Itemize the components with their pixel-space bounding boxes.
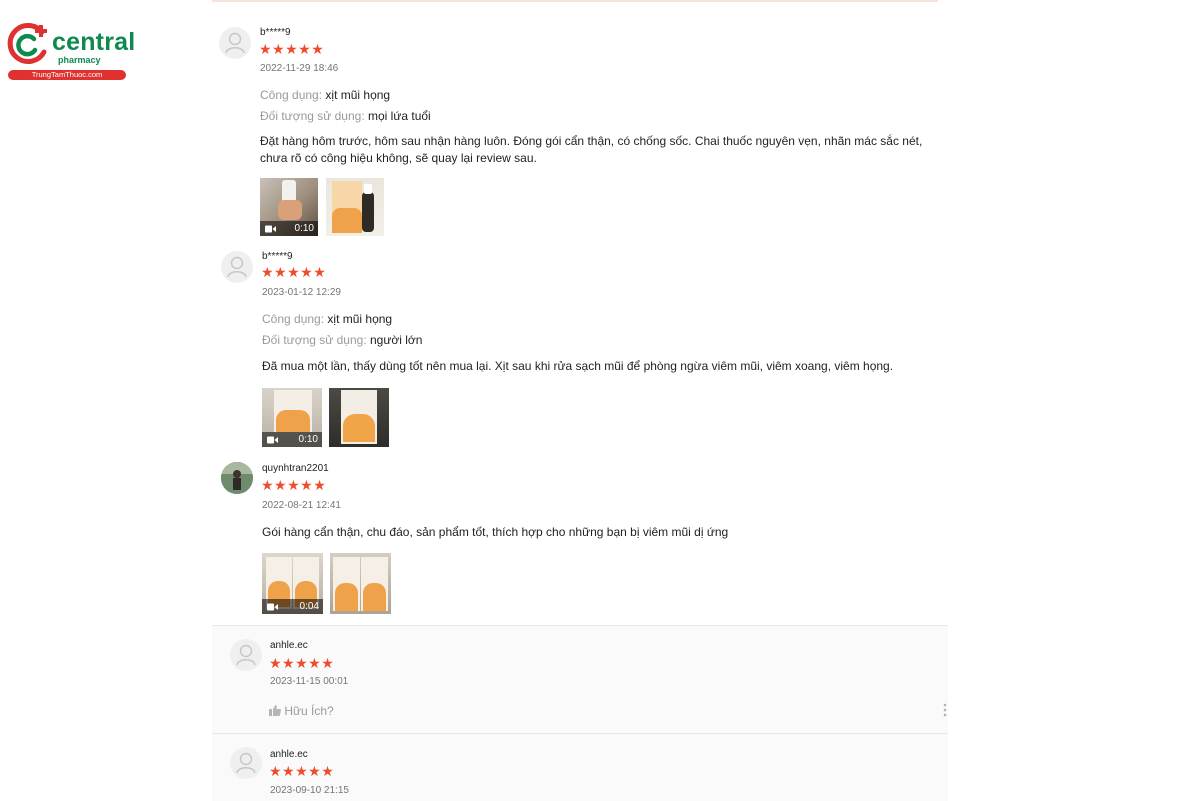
review-date: 2022-08-21 12:41: [262, 500, 341, 511]
brand-tagline: pharmacy: [58, 55, 101, 65]
brand-name: central: [52, 28, 136, 56]
video-icon: [267, 603, 278, 611]
review-text: Đặt hàng hôm trước, hôm sau nhận hàng lu…: [260, 134, 923, 165]
user-placeholder-icon: [227, 256, 247, 278]
review-target: Đối tượng sử dụng: mọi lứa tuổi: [260, 109, 431, 123]
rating-stars: ★★★★★: [261, 264, 327, 280]
review-date: 2023-11-15 00:01: [270, 676, 349, 687]
review-usage: Công dụng: xịt mũi họng: [260, 88, 390, 102]
avatar: [219, 27, 251, 59]
usage-label: Công dụng:: [262, 312, 325, 326]
target-value: mọi lứa tuổi: [368, 109, 431, 123]
review-divider: [212, 733, 948, 734]
video-duration: 0:10: [298, 434, 318, 445]
review-video-thumbnail[interactable]: 0:10: [260, 178, 318, 236]
usage-value: xịt mũi họng: [325, 88, 391, 102]
user-photo-avatar: [221, 462, 253, 494]
user-placeholder-icon: [225, 32, 245, 54]
rating-stars: ★★★★★: [259, 41, 325, 57]
rating-stars: ★★★★★: [261, 477, 327, 493]
video-duration: 0:04: [299, 601, 319, 612]
helpful-label: Hữu Ích?: [284, 704, 334, 718]
review-photo-thumbnail[interactable]: [329, 388, 389, 447]
review-date: 2023-09-10 21:15: [270, 785, 349, 796]
reviewer-name: anhle.ec: [270, 640, 308, 651]
usage-value: xịt mũi họng: [327, 312, 393, 326]
brand-url: TrungTamThuoc.com: [8, 70, 126, 80]
reviewer-name: b*****9: [262, 251, 293, 262]
rating-stars: ★★★★★: [269, 763, 335, 779]
avatar: [221, 462, 253, 494]
user-placeholder-icon: [236, 644, 256, 666]
reviewer-name: anhle.ec: [270, 749, 308, 760]
review-usage: Công dụng: xịt mũi họng: [262, 312, 392, 326]
review-date: 2023-01-12 12:29: [262, 287, 341, 298]
thumbs-up-icon: [269, 705, 281, 716]
reviewer-name: b*****9: [260, 27, 291, 38]
review-video-thumbnail[interactable]: 0:04: [262, 553, 323, 614]
more-options-icon[interactable]: [943, 703, 947, 717]
target-label: Đối tượng sử dụng:: [262, 333, 367, 347]
review-photo-thumbnail[interactable]: [330, 553, 391, 614]
reviewer-name: quynhtran2201: [262, 463, 329, 474]
review-date: 2022-11-29 18:46: [260, 63, 339, 74]
avatar: [221, 251, 253, 283]
helpful-button[interactable]: Hữu Ích?: [269, 704, 334, 718]
avatar: [230, 639, 262, 671]
user-placeholder-icon: [236, 752, 256, 774]
review-text: Gói hàng cẩn thận, chu đáo, sản phẩm tốt…: [262, 525, 729, 539]
top-divider: [212, 0, 938, 2]
rating-stars: ★★★★★: [269, 655, 335, 671]
review-text: Đã mua một lần, thấy dùng tốt nên mua lạ…: [262, 359, 894, 373]
logo-mark-icon: [7, 23, 47, 64]
video-duration: 0:10: [294, 223, 314, 234]
review-photo-thumbnail[interactable]: [326, 178, 384, 236]
avatar: [230, 747, 262, 779]
central-pharmacy-logo[interactable]: central pharmacy TrungTamThuoc.com: [6, 22, 135, 82]
target-label: Đối tượng sử dụng:: [260, 109, 365, 123]
usage-label: Công dụng:: [260, 88, 323, 102]
video-icon: [265, 225, 276, 233]
review-video-thumbnail[interactable]: 0:10: [262, 388, 322, 447]
video-icon: [267, 436, 278, 444]
review-target: Đối tượng sử dụng: người lớn: [262, 333, 422, 347]
target-value: người lớn: [370, 333, 423, 347]
